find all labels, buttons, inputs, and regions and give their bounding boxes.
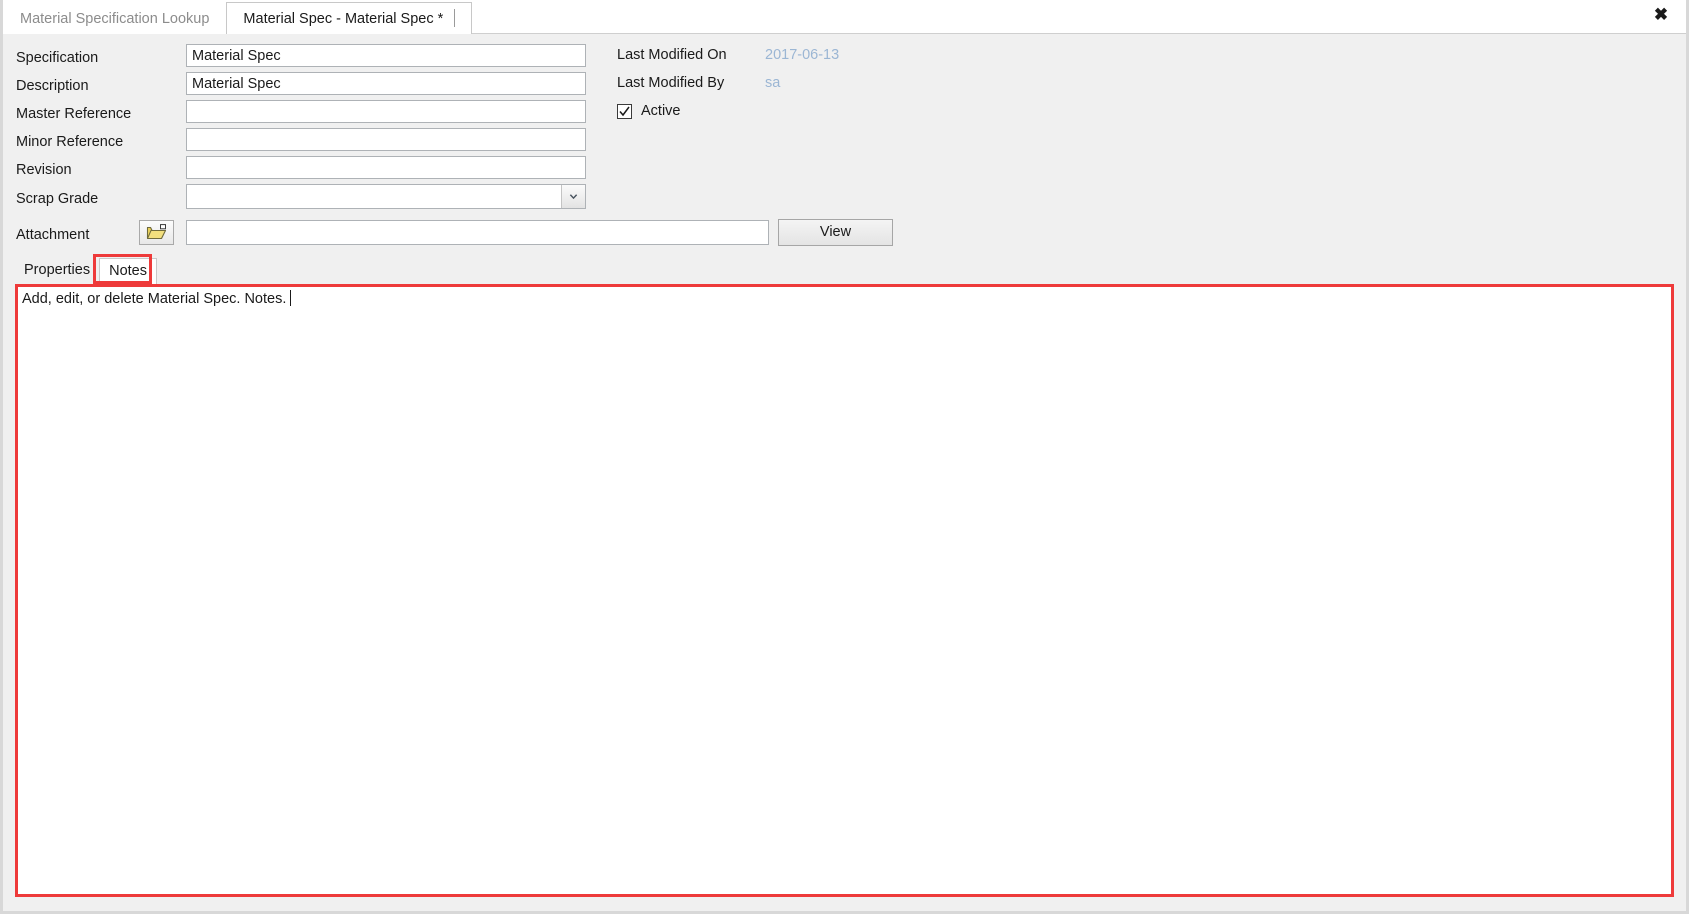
notes-textarea[interactable]: Add, edit, or delete Material Spec. Note…: [15, 284, 1674, 897]
form-panel: Specification Description Master Referen…: [3, 34, 1686, 256]
field-label-master-reference: Master Reference: [16, 106, 132, 122]
lower-tab-strip: Properties Notes: [3, 254, 1686, 284]
document-tab-label: Material Specification Lookup: [20, 11, 210, 27]
active-label: Active: [641, 103, 681, 119]
chevron-down-glyph: [569, 194, 578, 200]
active-checkbox[interactable]: [617, 103, 632, 119]
field-label-specification: Specification: [16, 50, 99, 66]
notes-panel: Add, edit, or delete Material Spec. Note…: [15, 284, 1674, 897]
last-modified-by-label: Last Modified By: [617, 75, 725, 91]
open-folder-icon[interactable]: [139, 220, 174, 245]
master-reference-input[interactable]: [186, 100, 586, 123]
checkmark-icon: [619, 106, 630, 116]
field-label-revision: Revision: [16, 162, 72, 178]
last-modified-on-label: Last Modified On: [617, 47, 727, 63]
revision-input[interactable]: [186, 156, 586, 179]
tab-notes-label: Notes: [109, 263, 147, 279]
field-label-attachment: Attachment: [16, 227, 90, 243]
open-folder-glyph: [146, 224, 167, 240]
attachment-path-input[interactable]: [186, 220, 769, 245]
field-label-description: Description: [16, 78, 89, 94]
field-label-minor-reference: Minor Reference: [16, 134, 124, 150]
document-tab-strip: Material Specification Lookup Material S…: [3, 0, 1686, 34]
scrap-grade-combobox[interactable]: [186, 184, 586, 209]
tab-notes[interactable]: Notes: [99, 258, 157, 284]
tab-properties-label: Properties: [24, 262, 91, 278]
field-label-scrap-grade: Scrap Grade: [16, 191, 99, 207]
text-caret: [290, 290, 292, 306]
tab-properties[interactable]: Properties: [15, 258, 100, 284]
document-tab-label: Material Spec - Material Spec *: [243, 11, 444, 27]
tab-text-caret: [454, 9, 456, 27]
application-window: Material Specification Lookup Material S…: [0, 0, 1689, 914]
chevron-down-icon[interactable]: [561, 185, 585, 208]
minor-reference-input[interactable]: [186, 128, 586, 151]
specification-input[interactable]: [186, 44, 586, 67]
document-tab-material-specification-lookup[interactable]: Material Specification Lookup: [3, 2, 227, 34]
description-input[interactable]: [186, 72, 586, 95]
view-attachment-button[interactable]: View: [778, 219, 893, 246]
notes-text: Add, edit, or delete Material Spec. Note…: [22, 291, 287, 307]
active-checkbox-row[interactable]: Active: [617, 103, 681, 119]
last-modified-by-value: sa: [765, 75, 781, 91]
document-tab-material-spec[interactable]: Material Spec - Material Spec *: [226, 2, 473, 34]
last-modified-on-value: 2017-06-13: [765, 47, 840, 63]
close-icon[interactable]: ✖: [1649, 3, 1673, 27]
